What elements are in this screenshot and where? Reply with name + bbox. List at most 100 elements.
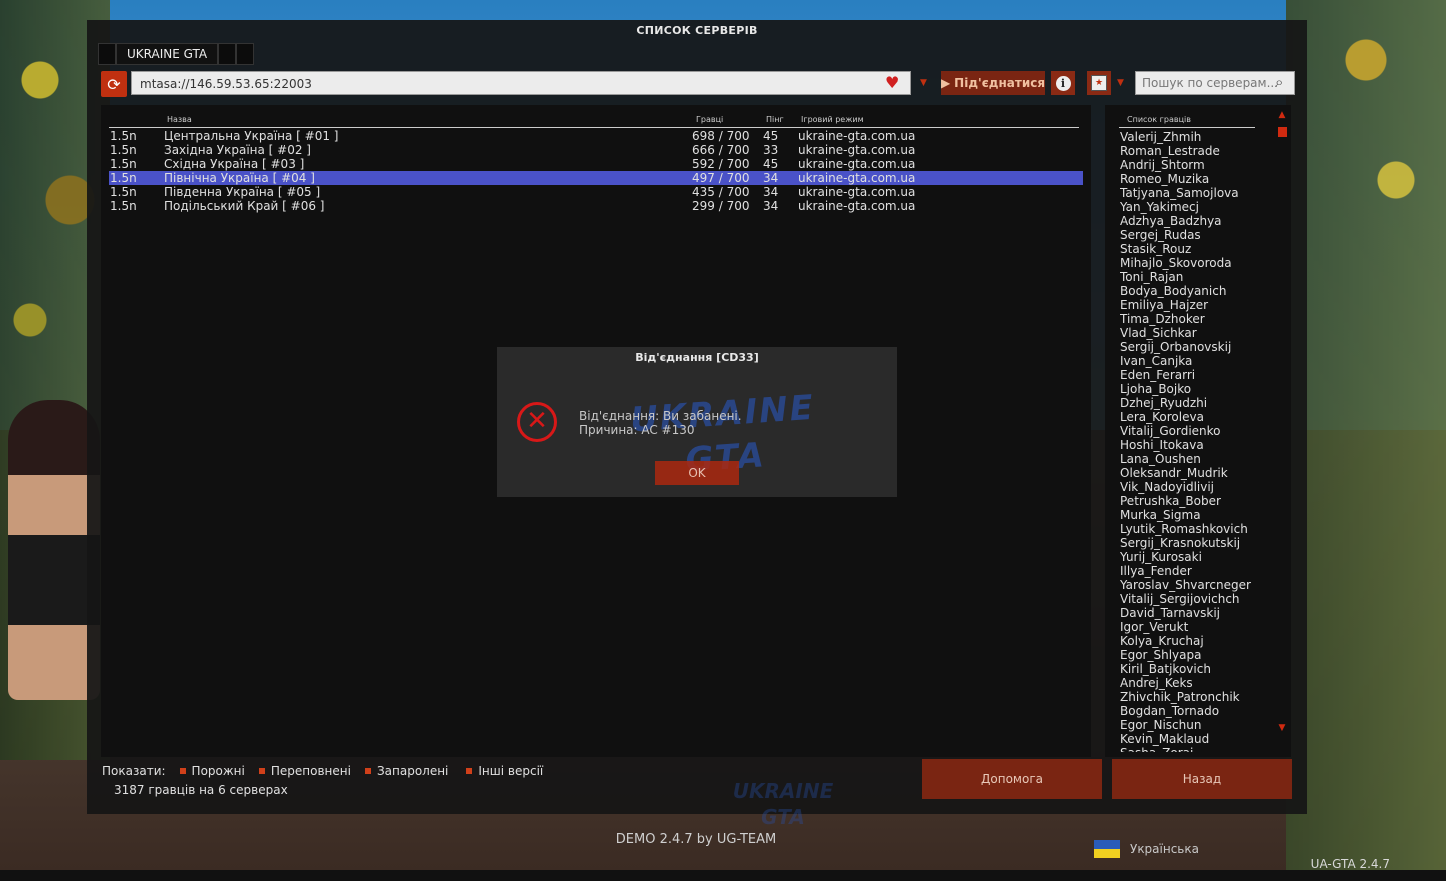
back-button[interactable]: Назад [1112,759,1292,799]
server-ping: 45 [763,129,779,143]
server-players: 666 / 700 [692,143,750,157]
player-list-item[interactable]: Kiril_Batjkovich [1120,662,1270,676]
player-list-item[interactable]: Mihajlo_Skovoroda [1120,256,1270,270]
player-list-item[interactable]: Dzhej_Ryudzhi [1120,396,1270,410]
filter-locked-checkbox[interactable]: Запаролені [364,764,448,778]
server-row[interactable]: 1.5n Східна Україна [ #03 ] 592 / 700 45… [109,157,1083,171]
column-header-ping[interactable]: Пінг [766,115,784,124]
player-list-item[interactable]: Murka_Sigma [1120,508,1270,522]
help-button[interactable]: Допомога [922,759,1102,799]
player-list-item[interactable]: Roman_Lestrade [1120,144,1270,158]
connect-button[interactable]: ▶ Під'єднатися [941,71,1045,95]
search-input[interactable]: Пошук по серверам... [1135,71,1295,95]
window-title: СПИСОК СЕРВЕРІВ [636,24,758,37]
tab-blank-right-1[interactable] [218,43,237,65]
column-header-name[interactable]: Назва [167,115,192,124]
player-list-item[interactable]: Tatjyana_Samojlova [1120,186,1270,200]
player-list-item[interactable]: Vlad_Sichkar [1120,326,1270,340]
checkbox-mark [466,768,473,774]
filter-empty-checkbox[interactable]: Порожні [179,764,245,778]
player-list-item[interactable]: Sergij_Krasnokutskij [1120,536,1270,550]
player-list-item[interactable]: Illya_Fender [1120,564,1270,578]
server-players: 592 / 700 [692,157,750,171]
player-list-item[interactable]: Bogdan_Tornado [1120,704,1270,718]
server-mode: ukraine-gta.com.ua [798,199,916,213]
player-list-item[interactable]: Yurij_Kurosaki [1120,550,1270,564]
player-list-item[interactable]: Vitalij_Sergijovichch [1120,592,1270,606]
player-list-item[interactable]: Zhivchik_Patronchik [1120,690,1270,704]
player-list-item[interactable]: Bodya_Bodyanich [1120,284,1270,298]
player-list-item[interactable]: Egor_Shlyapa [1120,648,1270,662]
bottom-strip [0,870,1446,881]
player-list-item[interactable]: Lera_Koroleva [1120,410,1270,424]
player-list-item[interactable]: Igor_Verukt [1120,620,1270,634]
player-list-item[interactable]: Ljoha_Bojko [1120,382,1270,396]
scrollbar-thumb[interactable] [1278,127,1287,137]
player-list-item[interactable]: Kevin_Maklaud [1120,732,1270,746]
player-list-item[interactable]: Vik_Nadoyidlivij [1120,480,1270,494]
player-server-count: 3187 гравців на 6 серверах [114,783,288,797]
watermark-line: GTA [761,805,805,829]
server-row-selected[interactable]: 1.5n Північна Україна [ #04 ] 497 / 700 … [109,171,1083,185]
player-list-item[interactable]: Oleksandr_Mudrik [1120,466,1270,480]
server-ping: 45 [763,157,779,171]
player-list-divider [1119,127,1255,128]
player-list-item[interactable]: Sergej_Rudas [1120,228,1270,242]
player-list-item[interactable]: Yan_Yakimecj [1120,200,1270,214]
player-list-item[interactable]: Sergij_Orbanovskij [1120,340,1270,354]
column-header-players[interactable]: Гравці [696,115,723,124]
player-list-item[interactable]: Stasik_Rouz [1120,242,1270,256]
filter-bar: Показати: Порожні Переповнені Запаролені… [102,764,543,778]
address-dropdown-arrow-icon[interactable]: ▼ [920,77,930,89]
filter-option-label: Порожні [191,764,245,778]
favorite-heart-icon[interactable]: ♥ [885,74,903,92]
checkbox-mark [364,768,371,774]
server-row[interactable]: 1.5n Західна Україна [ #02 ] 666 / 700 3… [109,143,1083,157]
server-version: 1.5n [110,185,137,199]
scroll-up-arrow-icon[interactable]: ▲ [1277,110,1287,120]
column-header-mode[interactable]: Ігровий режим [801,115,864,124]
player-list[interactable]: Valerij_Zhmih Roman_Lestrade Andrij_Shtorm… [1120,130,1270,752]
background-tree-right [1286,0,1446,880]
player-list-item[interactable]: Kolya_Kruchaj [1120,634,1270,648]
filter-full-checkbox[interactable]: Переповнені [258,764,351,778]
tab-blank-left[interactable] [98,43,116,65]
ok-button[interactable]: OK [655,461,739,485]
player-list-item[interactable]: Vitalij_Gordienko [1120,424,1270,438]
player-list-item[interactable]: Eden_Ferarri [1120,368,1270,382]
tab-blank-right-2[interactable] [236,43,255,65]
server-row[interactable]: 1.5n Подільський Край [ #06 ] 299 / 700 … [109,199,1083,213]
favorites-dropdown-arrow-icon[interactable]: ▼ [1117,77,1127,89]
server-row[interactable]: 1.5n Центральна Україна [ #01 ] 698 / 70… [109,129,1083,143]
player-list-item[interactable]: David_Tarnavskij [1120,606,1270,620]
player-list-item[interactable]: Egor_Nischun [1120,718,1270,732]
player-list-item[interactable]: Andrej_Keks [1120,676,1270,690]
search-icon[interactable]: ⌕ [1275,73,1293,91]
player-list-item[interactable]: Tima_Dzhoker [1120,312,1270,326]
player-list-item[interactable]: Yaroslav_Shvarcneger [1120,578,1270,592]
language-selector[interactable]: Українська [1094,840,1199,858]
favorites-button[interactable]: ★ [1087,71,1111,95]
scroll-down-arrow-icon[interactable]: ▼ [1277,723,1287,733]
filter-other-versions-checkbox[interactable]: Інші версії [466,764,543,778]
tab-ukraine-gta[interactable]: UKRAINE GTA [116,43,219,65]
player-list-item[interactable]: Lana_Oushen [1120,452,1270,466]
player-list-item[interactable]: Andrij_Shtorm [1120,158,1270,172]
player-list-item[interactable]: Toni_Rajan [1120,270,1270,284]
server-row[interactable]: 1.5n Південна Україна [ #05 ] 435 / 700 … [109,185,1083,199]
server-mode: ukraine-gta.com.ua [798,143,916,157]
player-list-item[interactable]: Romeo_Muzika [1120,172,1270,186]
player-list-item[interactable]: Sasha_Zorai [1120,746,1270,752]
player-list-item[interactable]: Emiliya_Hajzer [1120,298,1270,312]
address-input[interactable]: mtasa://146.59.53.65:22003 [131,71,911,95]
player-list-item[interactable]: Adzhya_Badzhya [1120,214,1270,228]
player-list-item[interactable]: Petrushka_Bober [1120,494,1270,508]
server-players: 497 / 700 [692,171,750,185]
checkbox-mark [258,768,265,774]
player-list-item[interactable]: Valerij_Zhmih [1120,130,1270,144]
player-list-item[interactable]: Lyutik_Romashkovich [1120,522,1270,536]
player-list-item[interactable]: Ivan_Canjka [1120,354,1270,368]
player-list-item[interactable]: Hoshi_Itokava [1120,438,1270,452]
refresh-button[interactable]: ⟳ [101,71,127,97]
info-button[interactable]: i [1051,71,1075,95]
